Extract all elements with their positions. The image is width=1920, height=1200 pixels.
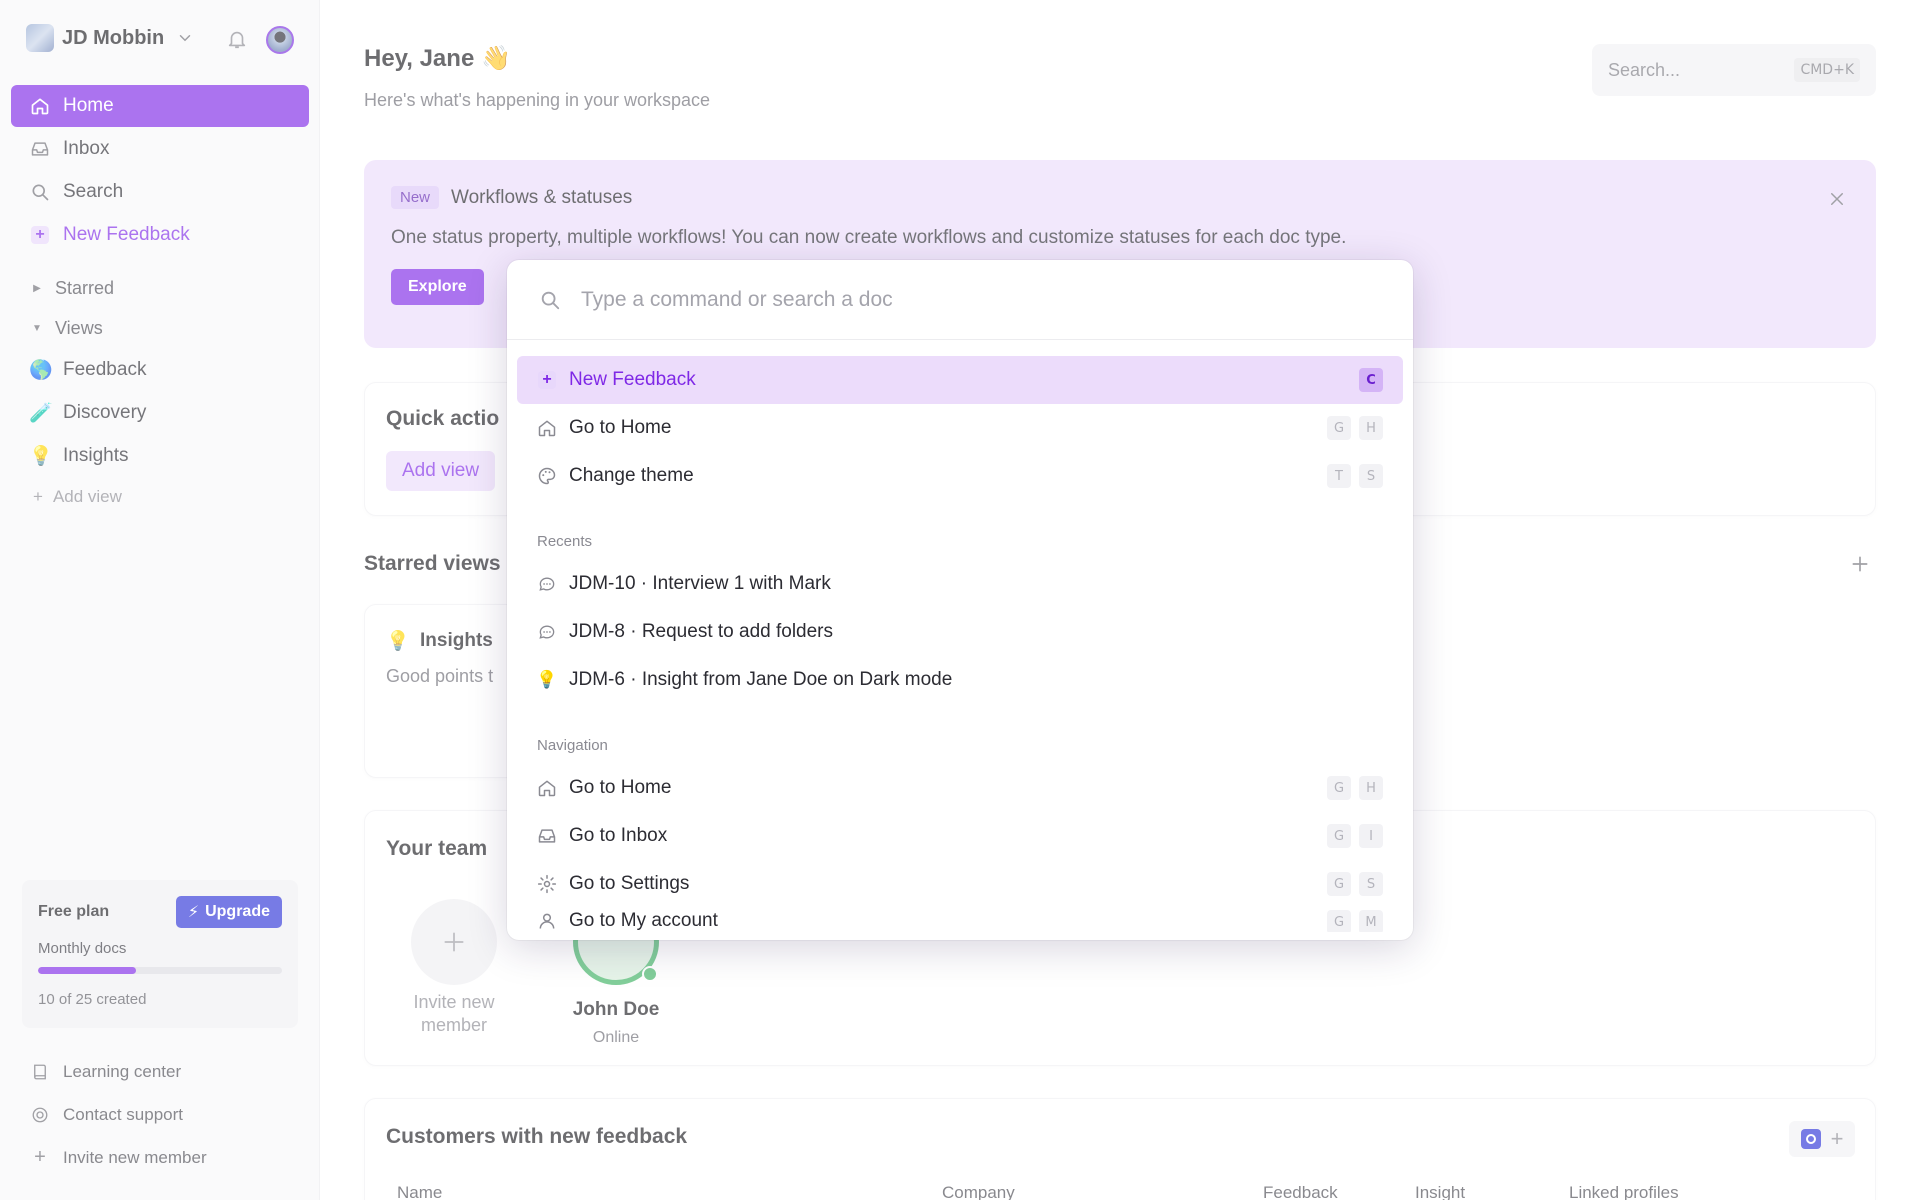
palette-item-label: Go to My account	[569, 910, 718, 931]
palette-list: + New Feedback C Go to Home GH Change th…	[507, 340, 1413, 932]
palette-item-go-home[interactable]: Go to Home GH	[517, 764, 1403, 812]
shortcut-key: G	[1327, 910, 1351, 932]
palette-group-recents: Recents	[537, 533, 593, 550]
shortcut-key: H	[1359, 416, 1383, 440]
inbox-icon	[537, 826, 557, 846]
shortcut-key: H	[1359, 776, 1383, 800]
palette-item-label: JDM-10 · Interview 1 with Mark	[569, 573, 831, 594]
palette-item-go-settings[interactable]: Go to Settings GS	[517, 860, 1403, 908]
settings-icon	[537, 874, 557, 894]
palette-item-label: New Feedback	[569, 369, 696, 390]
palette-item-go-inbox[interactable]: Go to Inbox GI	[517, 812, 1403, 860]
command-palette: + New Feedback C Go to Home GH Change th…	[507, 260, 1413, 940]
search-icon	[541, 291, 560, 309]
palette-item-label: JDM-6 · Insight from Jane Doe on Dark mo…	[569, 669, 953, 690]
palette-item-recent[interactable]: 💡 JDM-6 · Insight from Jane Doe on Dark …	[517, 656, 1403, 704]
plus-icon: +	[537, 370, 557, 390]
palette-item-change-theme[interactable]: Change theme TS	[517, 452, 1403, 500]
palette-item-go-account[interactable]: Go to My account GM	[517, 908, 1403, 932]
palette-group-navigation: Navigation	[537, 737, 608, 754]
palette-item-label: Go to Inbox	[569, 825, 668, 846]
shortcut-key: S	[1359, 872, 1383, 896]
shortcut-key: G	[1327, 824, 1351, 848]
chat-bubble-icon	[537, 622, 557, 642]
palette-item-label: Go to Home	[569, 777, 672, 798]
lightbulb-icon: 💡	[536, 670, 558, 690]
shortcut-key: T	[1327, 464, 1351, 488]
home-icon	[537, 418, 557, 438]
palette-item-new-feedback[interactable]: + New Feedback C	[517, 356, 1403, 404]
palette-item-label: Change theme	[569, 465, 694, 486]
palette-item-label: Go to Settings	[569, 873, 690, 894]
palette-search	[507, 260, 1413, 340]
user-icon	[537, 911, 557, 931]
shortcut-key: G	[1327, 872, 1351, 896]
shortcut-key: M	[1359, 910, 1383, 932]
shortcut-key: I	[1359, 824, 1383, 848]
palette-item-recent[interactable]: JDM-10 · Interview 1 with Mark	[517, 560, 1403, 608]
palette-icon	[537, 466, 557, 486]
chat-bubble-icon	[537, 574, 557, 594]
palette-item-go-home[interactable]: Go to Home GH	[517, 404, 1403, 452]
palette-item-recent[interactable]: JDM-8 · Request to add folders	[517, 608, 1403, 656]
home-icon	[537, 778, 557, 798]
shortcut-key: S	[1359, 464, 1383, 488]
palette-input[interactable]	[581, 287, 1341, 312]
shortcut-key: G	[1327, 776, 1351, 800]
palette-item-label: Go to Home	[569, 417, 672, 438]
palette-item-label: JDM-8 · Request to add folders	[569, 621, 834, 642]
shortcut-key: C	[1359, 368, 1383, 392]
shortcut-key: G	[1327, 416, 1351, 440]
